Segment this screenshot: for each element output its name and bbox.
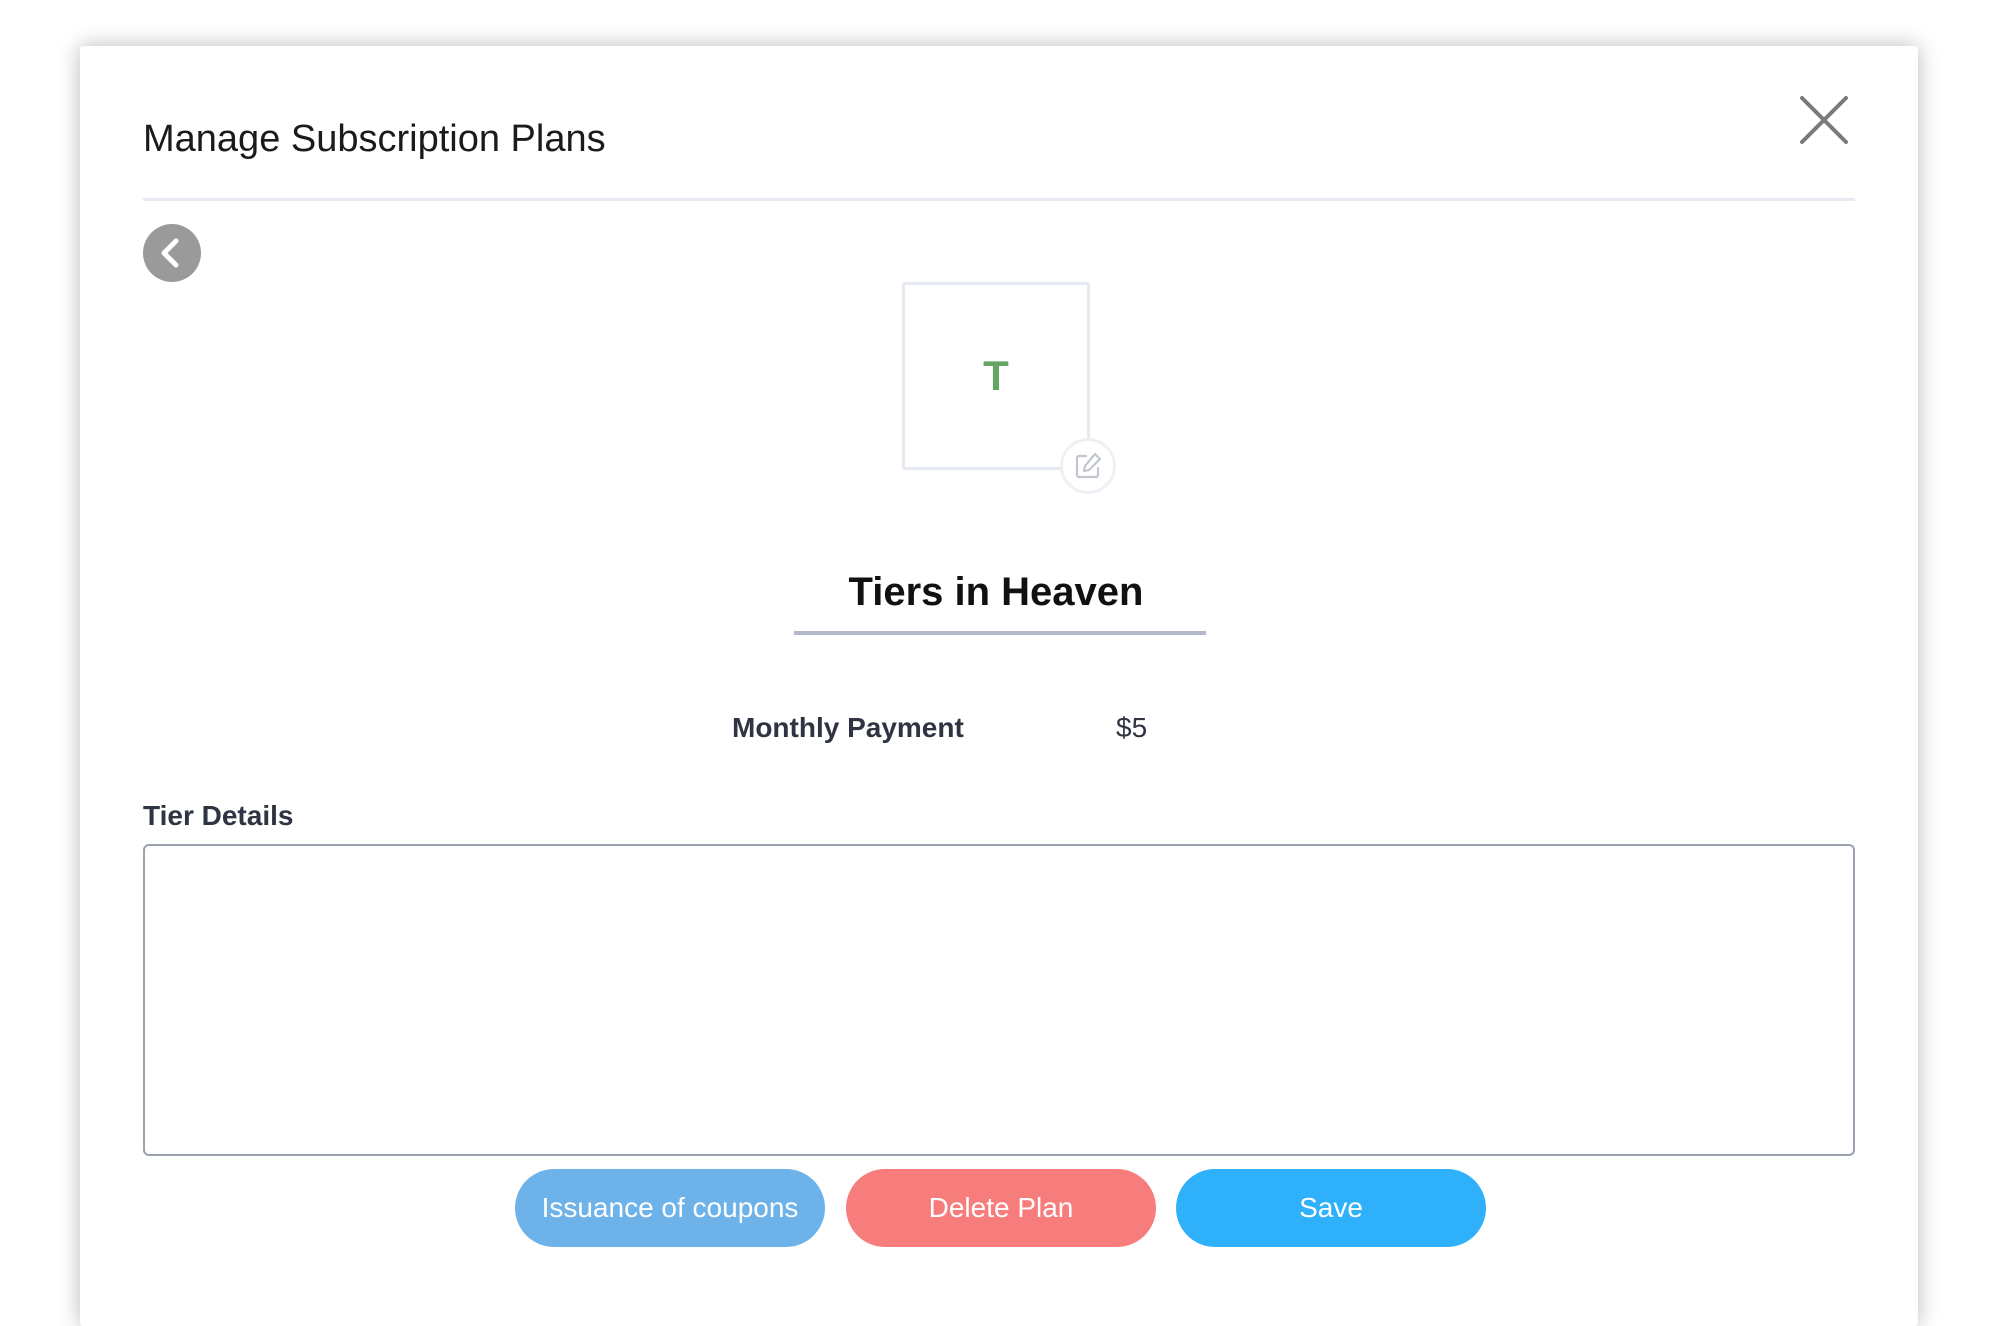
back-button[interactable] — [143, 224, 201, 282]
issuance-of-coupons-button[interactable]: Issuance of coupons — [515, 1169, 825, 1247]
delete-plan-button[interactable]: Delete Plan — [846, 1169, 1156, 1247]
monthly-payment-label: Monthly Payment — [732, 712, 964, 743]
plan-name-underline — [794, 631, 1206, 635]
monthly-payment-value: $5 — [1116, 712, 1148, 743]
edit-avatar-button[interactable] — [1060, 438, 1116, 494]
manage-plans-modal: Manage Subscription Plans T Tiers in Hea… — [80, 46, 1918, 1326]
modal-title: Manage Subscription Plans — [143, 118, 606, 160]
edit-icon — [1075, 452, 1102, 479]
avatar-letter: T — [983, 352, 1009, 399]
chevron-left-icon — [161, 238, 179, 268]
save-button[interactable]: Save — [1176, 1169, 1486, 1247]
close-button[interactable] — [1792, 88, 1856, 152]
close-icon — [1800, 96, 1848, 144]
tier-details-label: Tier Details — [143, 800, 294, 831]
plan-name: Tiers in Heaven — [848, 570, 1144, 614]
plan-avatar: T — [902, 282, 1090, 470]
header-divider — [143, 198, 1855, 201]
tier-details-field[interactable] — [143, 844, 1855, 1156]
